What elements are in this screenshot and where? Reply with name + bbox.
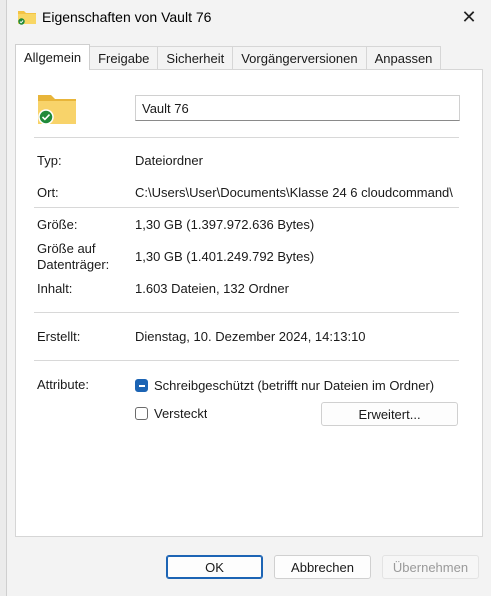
readonly-label[interactable]: Schreibgeschützt (betrifft nur Dateien i…: [154, 378, 434, 394]
size-label: Größe:: [37, 217, 78, 232]
separator: [34, 360, 459, 361]
tab-sicherheit[interactable]: Sicherheit: [157, 46, 234, 70]
close-button[interactable]: ✕: [447, 0, 491, 34]
size-value: 1,30 GB (1.397.972.636 Bytes): [135, 217, 315, 232]
advanced-button[interactable]: Erweitert...: [321, 402, 458, 426]
close-icon: ✕: [461, 6, 477, 27]
hidden-checkbox[interactable]: [135, 407, 148, 420]
tab-anpassen[interactable]: Anpassen: [365, 46, 442, 70]
general-panel: Typ: Dateiordner Ort: C:\Users\User\Docu…: [15, 69, 483, 537]
ok-button[interactable]: OK: [166, 555, 263, 579]
tab-bar: Allgemein Freigabe Sicherheit Vorgängerv…: [15, 44, 442, 70]
folder-sync-icon: [38, 95, 76, 125]
created-label: Erstellt:: [37, 329, 81, 344]
cancel-button[interactable]: Abbrechen: [274, 555, 371, 579]
separator: [34, 312, 459, 313]
tab-allgemein[interactable]: Allgemein: [15, 44, 91, 70]
separator: [34, 207, 459, 208]
contents-label: Inhalt:: [37, 281, 73, 296]
hidden-label[interactable]: Versteckt: [154, 406, 207, 422]
location-label: Ort:: [37, 185, 59, 200]
title-bar[interactable]: Eigenschaften von Vault 76 ✕: [7, 0, 491, 36]
folder-name-input[interactable]: [135, 95, 460, 121]
window-title: Eigenschaften von Vault 76: [42, 9, 212, 25]
location-value: C:\Users\User\Documents\Klasse 24 6 clou…: [135, 185, 453, 200]
readonly-checkbox[interactable]: [135, 379, 148, 392]
folder-icon: [18, 11, 36, 25]
separator: [34, 137, 459, 138]
disk-size-label: Größe auf Datenträger:: [37, 241, 110, 272]
disk-size-value: 1,30 GB (1.401.249.792 Bytes): [135, 249, 315, 264]
properties-dialog: Eigenschaften von Vault 76 ✕ Allgemein F…: [6, 0, 491, 596]
created-value: Dienstag, 10. Dezember 2024, 14:13:10: [135, 329, 366, 344]
contents-value: 1.603 Dateien, 132 Ordner: [135, 281, 289, 296]
type-label: Typ:: [37, 153, 62, 168]
tab-vorgaengerversionen[interactable]: Vorgängerversionen: [232, 46, 367, 70]
tab-freigabe[interactable]: Freigabe: [89, 46, 159, 70]
attributes-label: Attribute:: [37, 377, 90, 392]
dialog-footer: OK Abbrechen Übernehmen: [7, 540, 491, 596]
apply-button[interactable]: Übernehmen: [382, 555, 479, 579]
type-value: Dateiordner: [135, 153, 203, 168]
